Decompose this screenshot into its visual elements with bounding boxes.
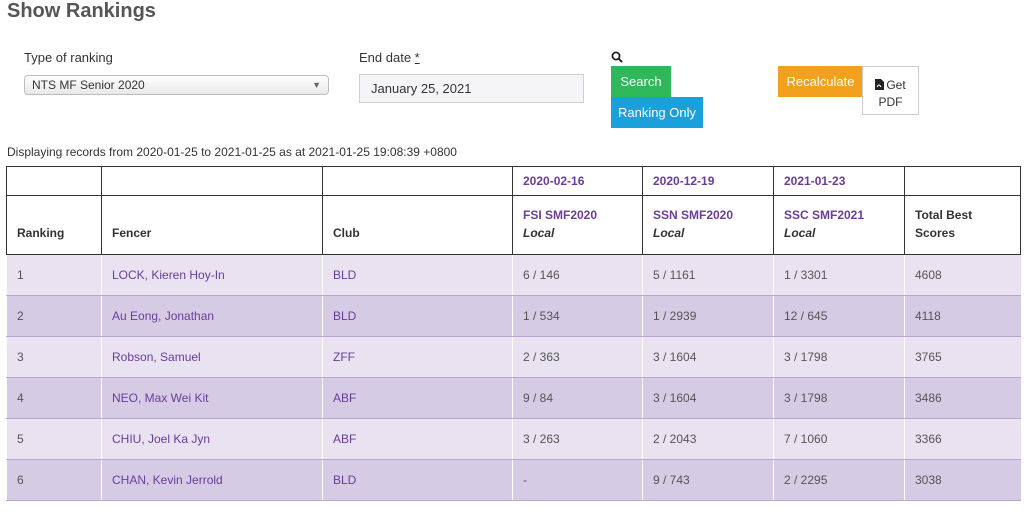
- total-cell: 3366: [904, 418, 1021, 460]
- event-name: FSI SMF2020: [523, 208, 598, 222]
- rank-cell: 2: [6, 295, 102, 337]
- event-score-cell: 1 / 2939: [642, 295, 774, 337]
- event-score-cell: 3 / 1798: [773, 377, 905, 419]
- club-link[interactable]: ABF: [322, 418, 513, 460]
- page-title: Show Rankings: [7, 0, 156, 22]
- event-date-header: 2021-01-23: [773, 166, 905, 196]
- rank-cell: 6: [6, 459, 102, 501]
- end-date-label-text: End date: [359, 50, 412, 65]
- club-link[interactable]: BLD: [322, 459, 513, 501]
- event-score-cell: 1 / 534: [512, 295, 643, 337]
- event-score-cell: 12 / 645: [773, 295, 905, 337]
- empty-header-cell: [904, 166, 1021, 196]
- event-score-cell: 2 / 2043: [642, 418, 774, 460]
- club-link[interactable]: ABF: [322, 377, 513, 419]
- fencer-link[interactable]: CHIU, Joel Ka Jyn: [101, 418, 323, 460]
- ranking-type-label: Type of ranking: [24, 50, 113, 65]
- empty-header-cell: [6, 166, 102, 196]
- table-row: 5 CHIU, Joel Ka Jyn ABF 3 / 263 2 / 2043…: [6, 418, 1021, 460]
- event-header: SSC SMF2021 Local: [773, 195, 905, 255]
- event-name: SSN SMF2020: [653, 208, 734, 222]
- event-score-cell: 6 / 146: [512, 254, 643, 296]
- records-summary: Displaying records from 2020-01-25 to 20…: [7, 145, 457, 159]
- event-header: SSN SMF2020 Local: [642, 195, 774, 255]
- event-score-cell: 5 / 1161: [642, 254, 774, 296]
- column-header-row: Ranking Fencer Club FSI SMF2020 Local SS…: [6, 195, 1021, 255]
- table-row: 3 Robson, Samuel ZFF 2 / 363 3 / 1604 3 …: [6, 336, 1021, 378]
- rankings-table: 2020-02-16 2020-12-19 2021-01-23 Ranking…: [6, 166, 1021, 501]
- table-row: 6 CHAN, Kevin Jerrold BLD - 9 / 743 2 / …: [6, 459, 1021, 501]
- fencer-link[interactable]: LOCK, Kieren Hoy-In: [101, 254, 323, 296]
- fencer-link[interactable]: NEO, Max Wei Kit: [101, 377, 323, 419]
- club-link[interactable]: ZFF: [322, 336, 513, 378]
- required-mark: *: [414, 50, 420, 65]
- event-scope: Local: [784, 226, 816, 240]
- event-score-cell: 9 / 84: [512, 377, 643, 419]
- search-button[interactable]: Search: [611, 66, 671, 97]
- end-date-input[interactable]: January 25, 2021: [359, 74, 584, 103]
- get-pdf-button[interactable]: Get PDF: [862, 66, 919, 115]
- event-score-cell: 3 / 1604: [642, 377, 774, 419]
- rank-cell: 4: [6, 377, 102, 419]
- total-cell: 4608: [904, 254, 1021, 296]
- ranking-type-select[interactable]: NTS MF Senior 2020 ▼: [24, 75, 329, 95]
- event-score-cell: 3 / 1604: [642, 336, 774, 378]
- event-score-cell: -: [512, 459, 643, 501]
- table-row: 1 LOCK, Kieren Hoy-In BLD 6 / 146 5 / 11…: [6, 254, 1021, 296]
- event-score-cell: 1 / 3301: [773, 254, 905, 296]
- fencer-link[interactable]: Au Eong, Jonathan: [101, 295, 323, 337]
- ranking-only-button[interactable]: Ranking Only: [611, 97, 703, 128]
- event-score-cell: 7 / 1060: [773, 418, 905, 460]
- event-score-cell: 9 / 743: [642, 459, 774, 501]
- empty-header-cell: [322, 166, 513, 196]
- event-name: SSC SMF2021: [784, 208, 865, 222]
- event-score-cell: 2 / 363: [512, 336, 643, 378]
- club-link[interactable]: BLD: [322, 254, 513, 296]
- table-row: 2 Au Eong, Jonathan BLD 1 / 534 1 / 2939…: [6, 295, 1021, 337]
- event-score-cell: 2 / 2295: [773, 459, 905, 501]
- recalculate-button[interactable]: Recalculate: [778, 66, 863, 97]
- event-score-cell: 3 / 263: [512, 418, 643, 460]
- ranking-header: Ranking: [6, 195, 102, 255]
- get-pdf-label: Get: [886, 78, 906, 92]
- end-date-label: End date *: [359, 50, 420, 65]
- event-date-header: 2020-02-16: [512, 166, 643, 196]
- end-date-value: January 25, 2021: [371, 81, 472, 96]
- rank-cell: 1: [6, 254, 102, 296]
- total-cell: 4118: [904, 295, 1021, 337]
- chevron-down-icon: ▼: [312, 80, 321, 90]
- table-row: 4 NEO, Max Wei Kit ABF 9 / 84 3 / 1604 3…: [6, 377, 1021, 419]
- total-cell: 3486: [904, 377, 1021, 419]
- fencer-header: Fencer: [101, 195, 323, 255]
- event-header: FSI SMF2020 Local: [512, 195, 643, 255]
- club-link[interactable]: BLD: [322, 295, 513, 337]
- fencer-link[interactable]: CHAN, Kevin Jerrold: [101, 459, 323, 501]
- event-date-header-row: 2020-02-16 2020-12-19 2021-01-23: [6, 166, 1021, 196]
- club-header: Club: [322, 195, 513, 255]
- event-score-cell: 3 / 1798: [773, 336, 905, 378]
- ranking-type-value: NTS MF Senior 2020: [32, 78, 145, 92]
- event-date-header: 2020-12-19: [642, 166, 774, 196]
- fencer-link[interactable]: Robson, Samuel: [101, 336, 323, 378]
- rank-cell: 5: [6, 418, 102, 460]
- total-cell: 3038: [904, 459, 1021, 501]
- search-icon: [611, 51, 623, 63]
- get-pdf-label-2: PDF: [878, 95, 903, 109]
- event-scope: Local: [523, 226, 555, 240]
- total-best-scores-header: Total Best Scores: [904, 195, 1021, 255]
- event-scope: Local: [653, 226, 685, 240]
- empty-header-cell: [101, 166, 323, 196]
- total-cell: 3765: [904, 336, 1021, 378]
- rank-cell: 3: [6, 336, 102, 378]
- pdf-file-icon: [875, 79, 885, 90]
